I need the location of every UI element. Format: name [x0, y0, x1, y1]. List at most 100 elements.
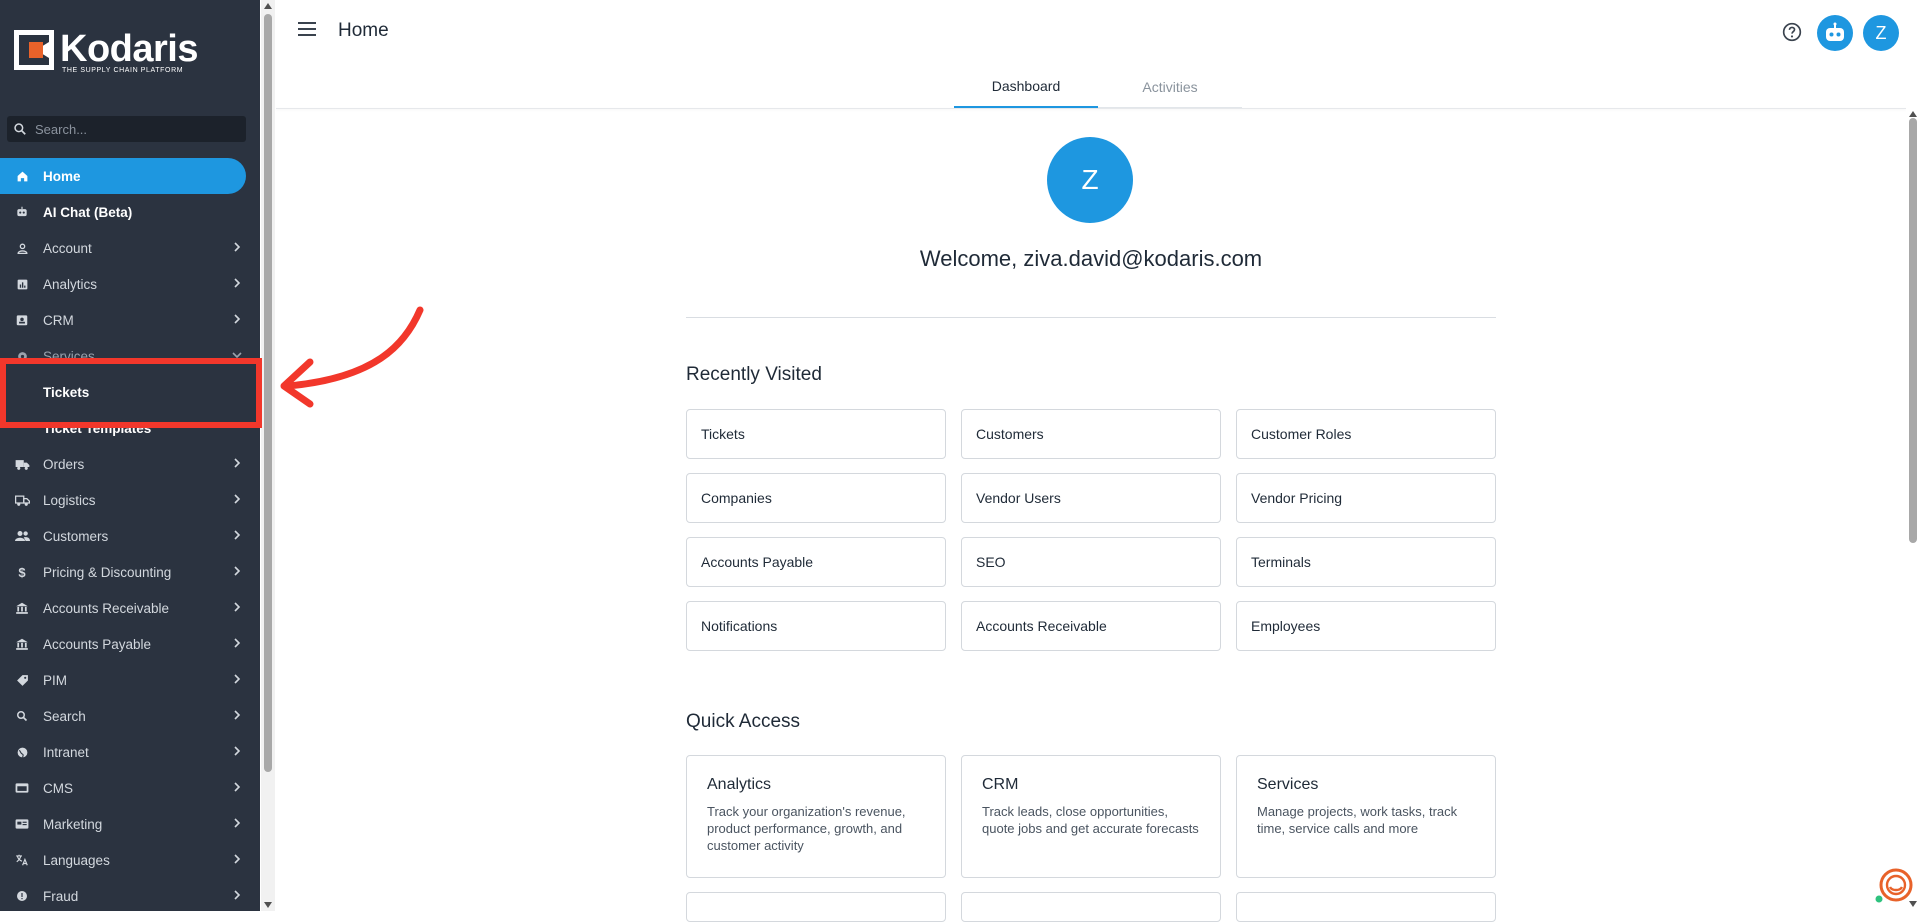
recent-card[interactable]: Vendor Pricing: [1236, 473, 1496, 523]
sidebar-item-label: Languages: [43, 852, 110, 868]
sidebar-item-label: Orders: [43, 456, 85, 472]
header-divider: [276, 108, 1906, 109]
ai-assistant-button[interactable]: [1817, 15, 1853, 51]
chevron-right-icon: [234, 854, 241, 864]
people-icon: [14, 528, 30, 544]
user-avatar[interactable]: Z: [1863, 15, 1899, 51]
sidebar-item-label: Pricing & Discounting: [43, 564, 172, 580]
sidebar-item-cms[interactable]: CMS: [0, 770, 260, 806]
pointer-arrow-icon: [280, 306, 424, 408]
recently-visited-title: Recently Visited: [686, 364, 822, 385]
sidebar-item-label: CRM: [43, 312, 74, 328]
support-chat-button[interactable]: [1874, 866, 1914, 906]
sidebar-item-pricing[interactable]: $ Pricing & Discounting: [0, 554, 260, 590]
sidebar-item-search[interactable]: Search: [0, 698, 260, 734]
recent-card[interactable]: Accounts Payable: [686, 537, 946, 587]
recent-card[interactable]: SEO: [961, 537, 1221, 587]
chat-bubble-icon: [1875, 868, 1913, 903]
sidebar-item-label: Analytics: [43, 276, 98, 292]
quick-access-card-services[interactable]: Services Manage projects, work tasks, tr…: [1236, 755, 1496, 878]
sidebar-item-label: Logistics: [43, 492, 96, 508]
sidebar-item-label: CMS: [43, 780, 73, 796]
sidebar-item-home[interactable]: Home: [0, 158, 246, 194]
sidebar-item-label: Intranet: [43, 744, 89, 760]
sidebar-item-analytics[interactable]: Analytics: [0, 266, 260, 302]
search-icon: [14, 123, 26, 135]
chevron-right-icon: [234, 818, 241, 828]
web-icon: [14, 780, 30, 796]
recent-card[interactable]: Customer Roles: [1236, 409, 1496, 459]
recent-card[interactable]: Accounts Receivable: [961, 601, 1221, 651]
recent-card[interactable]: Vendor Users: [961, 473, 1221, 523]
translate-icon: [14, 852, 30, 868]
welcome-message: Welcome, ziva.david@kodaris.com: [919, 246, 1263, 271]
quick-access-card-title: Analytics: [707, 776, 772, 793]
sidebar-item-label: Customers: [43, 528, 109, 544]
page-title: Home: [338, 20, 389, 41]
help-button[interactable]: [1782, 22, 1802, 47]
sidebar-item-accounts-receivable[interactable]: Accounts Receivable: [0, 590, 260, 626]
dashboard-tabs: Dashboard Activities: [954, 66, 1242, 108]
recent-card[interactable]: Customers: [961, 409, 1221, 459]
sidebar-item-label: Search: [43, 708, 86, 724]
chevron-right-icon: [234, 242, 241, 252]
sidebar-item-label: Marketing: [43, 816, 103, 832]
kodaris-logo-icon: [14, 30, 54, 70]
quick-access-title: Quick Access: [686, 711, 801, 732]
megaphone-icon: [14, 816, 30, 832]
sidebar-scrollbar[interactable]: [261, 0, 275, 911]
recent-card[interactable]: Companies: [686, 473, 946, 523]
sidebar: Kodaris THE SUPPLY CHAIN PLATFORM Home A…: [0, 0, 260, 911]
recent-card[interactable]: Terminals: [1236, 537, 1496, 587]
recent-card[interactable]: Tickets: [686, 409, 946, 459]
sidebar-item-logistics[interactable]: Logistics: [0, 482, 260, 518]
tab-activities[interactable]: Activities: [1098, 66, 1242, 108]
recently-visited-grid: Tickets Customers Customer Roles Compani…: [686, 409, 1496, 651]
kodaris-logo[interactable]: Kodaris THE SUPPLY CHAIN PLATFORM: [14, 30, 198, 74]
quick-access-card-analytics[interactable]: Analytics Track your organization's reve…: [686, 755, 946, 878]
sidebar-item-label: Account: [43, 240, 92, 256]
sidebar-item-crm[interactable]: CRM: [0, 302, 260, 338]
sidebar-item-languages[interactable]: Languages: [0, 842, 260, 878]
sidebar-item-accounts-payable[interactable]: Accounts Payable: [0, 626, 260, 662]
quick-access-grid: Analytics Track your organization's reve…: [686, 755, 1496, 922]
main-scrollbar-thumb[interactable]: [1909, 118, 1917, 543]
sidebar-item-customers[interactable]: Customers: [0, 518, 260, 554]
scroll-down-arrow-icon[interactable]: [264, 902, 272, 908]
question-mark-icon: [1782, 22, 1802, 42]
sidebar-item-intranet[interactable]: Intranet: [0, 734, 260, 770]
chevron-right-icon: [234, 890, 241, 900]
sidebar-item-label: Home: [43, 168, 81, 184]
main-scrollbar[interactable]: [1906, 108, 1920, 911]
tickets-highlight-box: [0, 358, 262, 428]
menu-toggle-button[interactable]: [298, 22, 320, 42]
sidebar-nav: Home AI Chat (Beta) Account Analytics CR…: [0, 158, 260, 914]
quick-access-card-description: Manage projects, work tasks, track time,…: [1257, 804, 1458, 836]
sidebar-item-marketing[interactable]: Marketing: [0, 806, 260, 842]
person-icon: [14, 240, 30, 256]
sidebar-search-input[interactable]: [35, 121, 225, 137]
quick-access-card[interactable]: [961, 892, 1221, 922]
sidebar-item-ai-chat[interactable]: AI Chat (Beta): [0, 194, 260, 230]
sidebar-item-orders[interactable]: Orders: [0, 446, 260, 482]
scroll-up-arrow-icon[interactable]: [264, 3, 272, 9]
tab-dashboard[interactable]: Dashboard: [954, 66, 1098, 108]
recent-card[interactable]: Notifications: [686, 601, 946, 651]
chevron-right-icon: [234, 710, 241, 720]
chevron-right-icon: [234, 782, 241, 792]
sidebar-item-account[interactable]: Account: [0, 230, 260, 266]
scroll-up-arrow-icon[interactable]: [1909, 111, 1917, 117]
recent-card[interactable]: Employees: [1236, 601, 1496, 651]
quick-access-card[interactable]: [1236, 892, 1496, 922]
tag-icon: [14, 672, 30, 688]
chart-icon: [14, 276, 30, 292]
bank-icon: [14, 636, 30, 652]
sidebar-item-pim[interactable]: PIM: [0, 662, 260, 698]
brand-name: Kodaris: [60, 28, 198, 70]
quick-access-card[interactable]: [686, 892, 946, 922]
contact-card-icon: [14, 312, 30, 328]
robot-icon: [14, 204, 30, 220]
sidebar-item-fraud[interactable]: Fraud: [0, 878, 260, 914]
quick-access-card-crm[interactable]: CRM Track leads, close opportunities, qu…: [961, 755, 1221, 878]
top-header: Home Z: [276, 0, 1920, 66]
